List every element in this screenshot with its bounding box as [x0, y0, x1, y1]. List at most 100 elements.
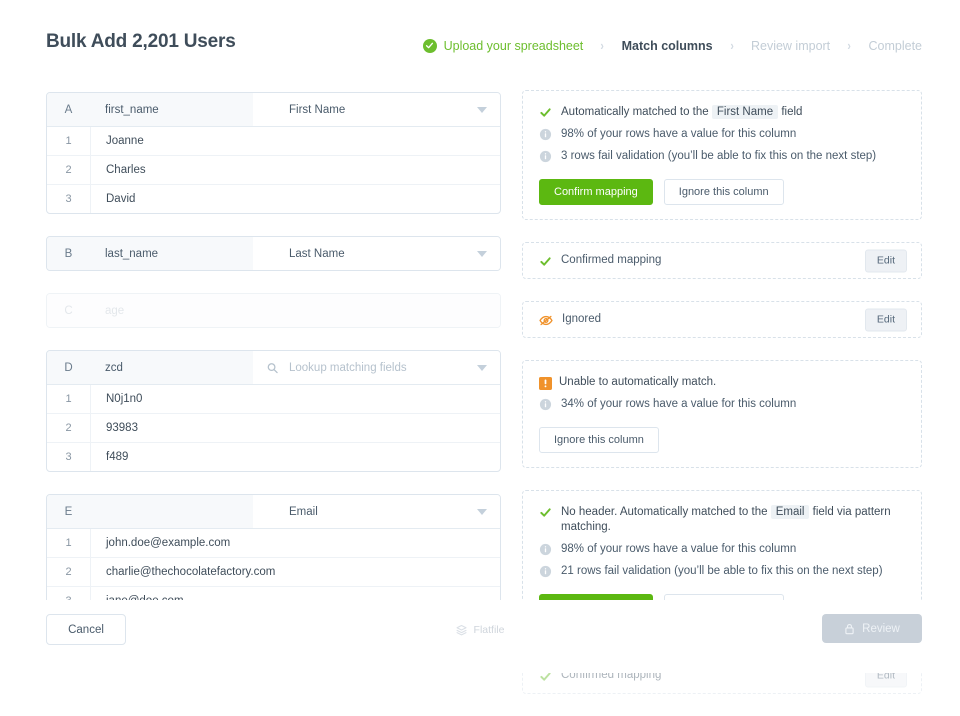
target-field-label: First Name [289, 103, 346, 116]
warning-icon [539, 377, 552, 390]
panel-actions: Ignore this column [539, 427, 905, 453]
brand-logo: Flatfile [456, 624, 505, 636]
cancel-button[interactable]: Cancel [46, 614, 126, 645]
edit-button[interactable]: Edit [864, 308, 907, 331]
table-row: 1 john.doe@example.com [47, 529, 500, 558]
column-header: Blast_name Last Name [47, 237, 500, 270]
table-row: 2 93983 [47, 414, 500, 443]
info-icon [539, 543, 552, 556]
row-number: 2 [47, 414, 91, 442]
column-card[interactable]: Cage [46, 293, 501, 328]
info-icon [539, 565, 552, 578]
row-number: 1 [47, 385, 91, 413]
row-value: Charles [106, 164, 146, 176]
column-card[interactable]: Dzcd Lookup matching fields 1 N0j1n0 2 93983 3… [46, 350, 501, 472]
table-row: 2 Charles [47, 156, 500, 185]
target-field-select[interactable]: First Name [253, 93, 500, 126]
confirm-mapping-button-label: Confirm mapping [554, 186, 638, 198]
matched-field-pill: Email [770, 505, 810, 519]
column-source-name: age [105, 304, 125, 317]
status-message-text: 21 rows fail validation (you’ll be able … [561, 565, 883, 577]
status-message-text: 34% of your rows have a value for this c… [561, 398, 797, 410]
step-2[interactable]: Match columns [622, 39, 713, 53]
column-letter: E [64, 505, 73, 518]
column-source-name: first_name [105, 103, 159, 116]
step-separator: › [600, 38, 605, 53]
table-row: 3 David [47, 185, 500, 213]
table-row: 2 charlie@thechocolatefactory.com [47, 558, 500, 587]
column-header: Afirst_name First Name [47, 93, 500, 127]
status-message: 3 rows fail validation (you’ll be able t… [539, 149, 905, 164]
status-label: Ignored [562, 313, 602, 325]
search-icon [267, 362, 278, 373]
eye-slash-icon [539, 315, 553, 326]
ignore-column-button[interactable]: Ignore this column [539, 427, 659, 453]
status-message: 98% of your rows have a value for this c… [539, 127, 905, 142]
ignore-column-button-label: Ignore this column [678, 186, 769, 198]
brand-name: Flatfile [473, 624, 505, 636]
row-number: 3 [47, 185, 91, 213]
step-label: Complete [868, 38, 923, 53]
chevron-down-icon[interactable] [477, 106, 487, 113]
confirm-mapping-button[interactable]: Confirm mapping [539, 179, 653, 205]
review-button-label: Review [862, 622, 900, 635]
ignore-column-button-label: Ignore this column [554, 434, 644, 446]
column-card[interactable]: E Email 1 john.doe@example.com 2 charlie@thec… [46, 494, 501, 616]
column-letter: A [64, 103, 73, 116]
status-message-text: No header. Automatically matched to the … [561, 505, 905, 535]
step-label: Upload your spreadsheet [443, 38, 584, 53]
status-message: Automatically matched to the First Name … [539, 105, 905, 120]
info-icon [539, 398, 552, 411]
target-field-select[interactable]: Lookup matching fields [253, 351, 500, 384]
edit-button-label: Edit [876, 313, 895, 326]
step-separator: › [847, 38, 852, 53]
status-message: 34% of your rows have a value for this c… [539, 397, 905, 412]
target-field-select[interactable]: Email [253, 495, 500, 528]
status-message: No header. Automatically matched to the … [539, 505, 905, 535]
lock-icon [844, 623, 855, 635]
row-number: 2 [47, 156, 91, 184]
status-message: Unable to automatically match. [539, 375, 905, 390]
panel-actions: Confirm mapping Ignore this column [539, 179, 905, 205]
edit-button[interactable]: Edit [864, 249, 907, 272]
status-message-pre: Automatically matched to the [561, 106, 709, 118]
target-field-label: Email [289, 505, 318, 518]
target-field-label: Lookup matching fields [289, 361, 407, 374]
step-1[interactable]: Upload your spreadsheet [422, 38, 584, 53]
column-card[interactable]: Blast_name Last Name [46, 236, 501, 271]
column-source-name: zcd [105, 361, 123, 374]
target-field-select[interactable]: Last Name [253, 237, 500, 270]
chevron-down-icon[interactable] [477, 364, 487, 371]
bulk-import-page: Bulk Add 2,201 Users Upload your spreads… [0, 0, 960, 694]
chevron-down-icon[interactable] [477, 508, 487, 515]
row-value: N0j1n0 [106, 393, 143, 405]
status-label: Confirmed mapping [561, 254, 662, 266]
ignore-column-button[interactable]: Ignore this column [663, 179, 784, 205]
edit-button-label: Edit [876, 254, 895, 267]
status-message-pre: No header. Automatically matched to the [561, 506, 768, 518]
chevron-down-icon[interactable] [477, 250, 487, 257]
step-label: Match columns [621, 38, 713, 53]
step-4[interactable]: Complete [869, 39, 923, 53]
row-value: David [106, 193, 136, 205]
matched-field-pill: First Name [711, 105, 779, 119]
column-card[interactable]: Afirst_name First Name 1 Joanne 2 Charles 3 Dav… [46, 92, 501, 214]
info-icon [539, 128, 552, 141]
review-button[interactable]: Review [822, 614, 922, 643]
column-header: Cage [47, 294, 500, 327]
status-message-post: field [781, 106, 803, 118]
status-message: 98% of your rows have a value for this c… [539, 542, 905, 557]
column-header: E Email [47, 495, 500, 529]
page-header: Bulk Add 2,201 Users Upload your spreads… [0, 0, 960, 78]
step-progress: Upload your spreadsheet › Match columns › Re… [422, 38, 923, 53]
mapping-status-panel: Unable to automatically match. 34% of you… [522, 360, 922, 468]
column-source-name: last_name [105, 247, 159, 260]
status-message: 21 rows fail validation (you’ll be able … [539, 564, 905, 579]
page-title: Bulk Add 2,201 Users [46, 31, 236, 52]
status-message-text: 98% of your rows have a value for this c… [561, 128, 797, 140]
mapping-status-panel: Ignored Edit [522, 301, 922, 338]
mapping-status-panel: Confirmed mapping Edit [522, 242, 922, 279]
info-icon [539, 150, 552, 163]
row-value: charlie@thechocolatefactory.com [106, 566, 276, 578]
step-3[interactable]: Review import [751, 39, 830, 53]
